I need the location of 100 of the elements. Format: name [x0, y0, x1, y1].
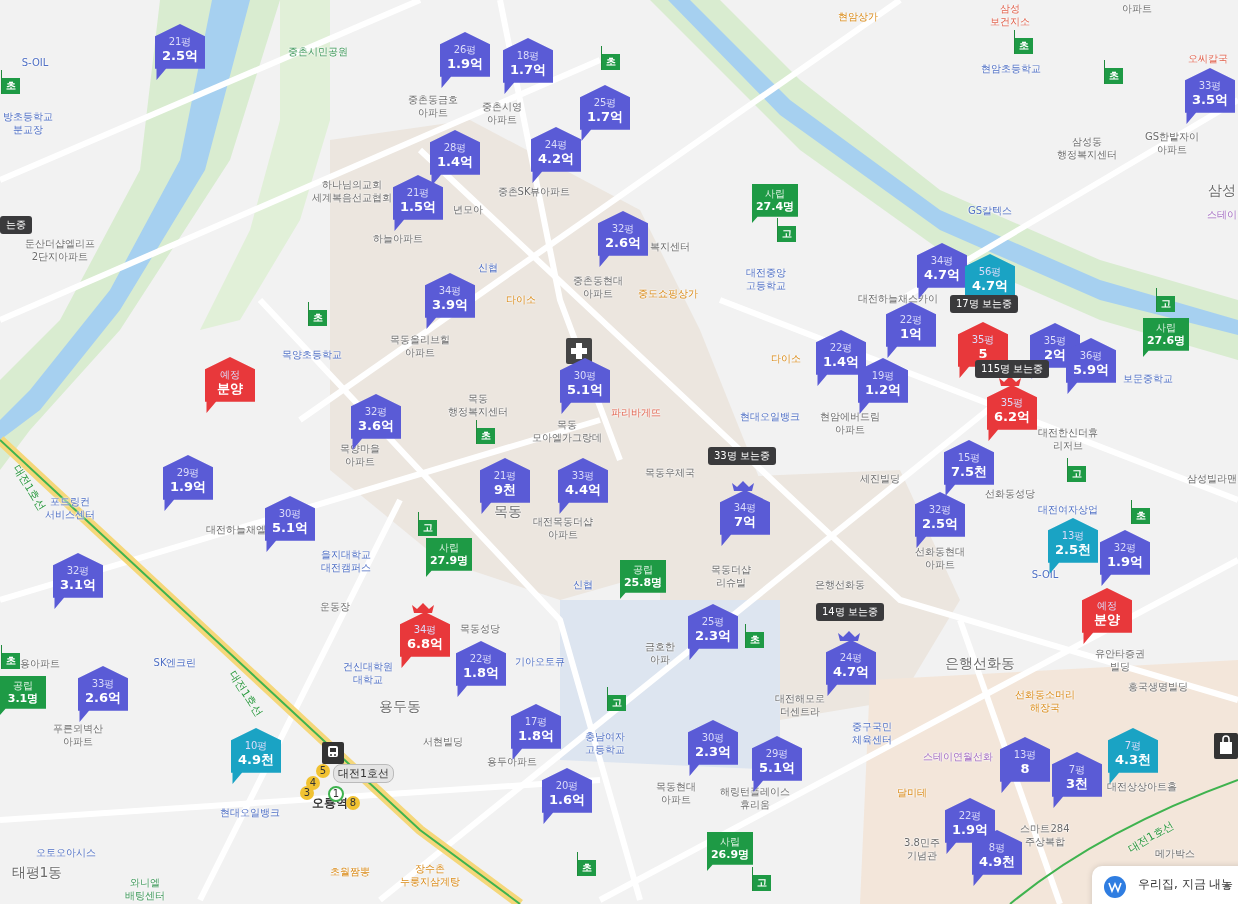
place-label[interactable]: 신협: [478, 261, 498, 274]
place-label[interactable]: 삼성 보건지소: [990, 2, 1030, 28]
place-label[interactable]: 서현빌딩: [423, 735, 463, 748]
place-label[interactable]: 스마트284 주상복합: [1020, 822, 1070, 848]
place-label[interactable]: 목동현대 아파트: [656, 780, 696, 806]
place-label[interactable]: 오씨칼국: [1188, 52, 1228, 65]
place-label[interactable]: 파리바게뜨: [611, 406, 661, 419]
station-line-label[interactable]: 대전1호선: [333, 764, 394, 783]
place-label[interactable]: 현대오일뱅크: [220, 806, 280, 819]
shopping-bag-icon[interactable]: [1214, 733, 1238, 759]
place-label[interactable]: 목동성당: [460, 622, 500, 635]
hospital-icon[interactable]: [566, 338, 592, 364]
place-label[interactable]: 스테이: [1207, 208, 1237, 221]
place-label[interactable]: 목동 행정복지센터: [448, 392, 508, 418]
place-label[interactable]: 목동우체국: [645, 466, 695, 479]
place-label[interactable]: 하늘아파트: [373, 232, 423, 245]
place-label[interactable]: 현암상가: [838, 10, 878, 23]
place-label[interactable]: 중촌시영 아파트: [482, 100, 522, 126]
place-label[interactable]: 중촌동금호 아파트: [408, 93, 458, 119]
place-label[interactable]: 목동더샵 리슈빌: [711, 563, 751, 589]
place-label[interactable]: 용두동: [379, 698, 421, 715]
school-flag[interactable]: 초: [307, 302, 327, 326]
place-label[interactable]: 세진빌딩: [860, 472, 900, 485]
place-label[interactable]: 대전중앙 고등학교: [746, 266, 786, 292]
school-flag[interactable]: 초: [744, 624, 764, 648]
place-label[interactable]: 현암초등학교: [981, 62, 1041, 75]
viewer-count-tooltip: 17명 보는중: [950, 295, 1018, 313]
place-label[interactable]: 흥국생명빌딩: [1128, 680, 1188, 693]
school-flag[interactable]: 고: [1066, 458, 1086, 482]
school-flag[interactable]: 초: [576, 852, 596, 876]
place-label[interactable]: 중촌SK뷰아파트: [497, 185, 571, 198]
place-label[interactable]: 중촌시민공원: [288, 45, 348, 58]
place-label[interactable]: 푸른뫼벽산 아파트: [53, 722, 103, 748]
place-label[interactable]: 중구국민 체육센터: [852, 720, 892, 746]
place-label[interactable]: 신협: [573, 578, 593, 591]
school-flag[interactable]: 고: [606, 687, 626, 711]
place-label[interactable]: 목양초등학교: [282, 348, 342, 361]
station-exit-number: 3: [300, 786, 314, 800]
place-label[interactable]: 3.8민주 기념관: [904, 836, 940, 862]
school-flag[interactable]: 초: [0, 645, 20, 669]
school-flag[interactable]: 초: [1130, 500, 1150, 524]
place-label[interactable]: GS칼텍스: [967, 204, 1013, 217]
place-label[interactable]: 다이소: [771, 352, 801, 365]
place-label[interactable]: 을지대학교 대전캠퍼스: [321, 548, 371, 574]
school-flag[interactable]: 고: [776, 218, 796, 242]
place-label[interactable]: 하나님의교회 세계복음선교협회: [312, 178, 392, 204]
school-flag[interactable]: 고: [417, 512, 437, 536]
place-label[interactable]: 기아오토큐: [515, 655, 565, 668]
place-label[interactable]: 와니엘 배팅센터: [125, 876, 165, 902]
place-label[interactable]: 초월짬뽕: [330, 865, 370, 878]
school-flag[interactable]: 고: [751, 867, 771, 891]
place-label[interactable]: 년모아: [453, 203, 483, 216]
place-label[interactable]: 스테이연월선화: [923, 750, 993, 763]
place-label[interactable]: 복지센터: [650, 240, 690, 253]
school-flag[interactable]: 초: [475, 420, 495, 444]
place-label[interactable]: 보문중학교: [1123, 372, 1173, 385]
place-label[interactable]: 선화동현대 아파트: [915, 545, 965, 571]
place-label[interactable]: 대전하늘채엘: [206, 523, 266, 536]
place-label[interactable]: 삼성: [1208, 182, 1236, 199]
place-label[interactable]: 둔산더샵엘리프 2단지아파트: [25, 237, 95, 263]
place-label[interactable]: 오토오아시스: [36, 846, 96, 859]
school-flag[interactable]: 초: [0, 70, 20, 94]
place-label[interactable]: 용아파트: [20, 657, 60, 670]
place-label[interactable]: 금호한 아파: [645, 640, 675, 666]
place-label[interactable]: 태평1동: [11, 864, 63, 881]
place-label[interactable]: S-OIL: [21, 56, 49, 69]
place-label[interactable]: 삼성빌라맨: [1187, 472, 1237, 485]
place-label[interactable]: 아파트: [1122, 2, 1152, 15]
place-label[interactable]: 현대오일뱅크: [740, 410, 800, 423]
promo-card[interactable]: 우리집, 지금 내놓: [1092, 866, 1238, 904]
school-flag[interactable]: 초: [600, 46, 620, 70]
school-flag[interactable]: 고: [1155, 288, 1175, 312]
place-label[interactable]: 방초등학교 분교장: [3, 110, 53, 136]
place-label[interactable]: 목동 모아엘가그랑데: [532, 418, 602, 444]
place-label[interactable]: 달미테: [897, 786, 927, 799]
station-exit-number: 8: [346, 796, 360, 810]
place-label[interactable]: 장수촌 누룽지삼계탕: [400, 862, 460, 888]
place-label[interactable]: 은행선화동: [945, 655, 1015, 672]
place-label[interactable]: 선화동소머리 해장국: [1015, 688, 1075, 714]
place-label[interactable]: 건신대학원 대학교: [343, 660, 393, 686]
place-label[interactable]: GS한밭자이 아파트: [1144, 130, 1200, 156]
place-label[interactable]: 은행선화동: [815, 578, 865, 591]
place-label[interactable]: 충남여자 고등학교: [585, 730, 625, 756]
viewer-count-tooltip: 는중: [0, 216, 32, 234]
place-label[interactable]: 대전여자상업: [1038, 503, 1098, 516]
place-label[interactable]: 운동장: [320, 600, 350, 613]
school-flag[interactable]: 초: [1103, 60, 1123, 84]
viewer-count-tooltip: 115명 보는중: [975, 360, 1050, 378]
place-label[interactable]: 대전해모로 더센트라: [775, 692, 825, 718]
place-label[interactable]: 삼성동 행정복지센터: [1057, 135, 1117, 161]
place-label[interactable]: 목동올리브힐 아파트: [390, 333, 450, 359]
place-label[interactable]: SK엔크린: [153, 656, 197, 669]
promo-text: 우리집, 지금 내놓: [1138, 876, 1234, 893]
train-icon[interactable]: [322, 742, 344, 764]
place-label[interactable]: 중촌동현대 아파트: [573, 274, 623, 300]
place-label[interactable]: 대전목동더샵 아파트: [533, 515, 593, 541]
place-label[interactable]: 대전한신더휴 리저브: [1038, 426, 1098, 452]
viewer-count-tooltip: 14명 보는중: [816, 603, 884, 621]
place-label[interactable]: 유안타증권 빌딩: [1095, 647, 1145, 673]
school-flag[interactable]: 초: [1013, 30, 1033, 54]
